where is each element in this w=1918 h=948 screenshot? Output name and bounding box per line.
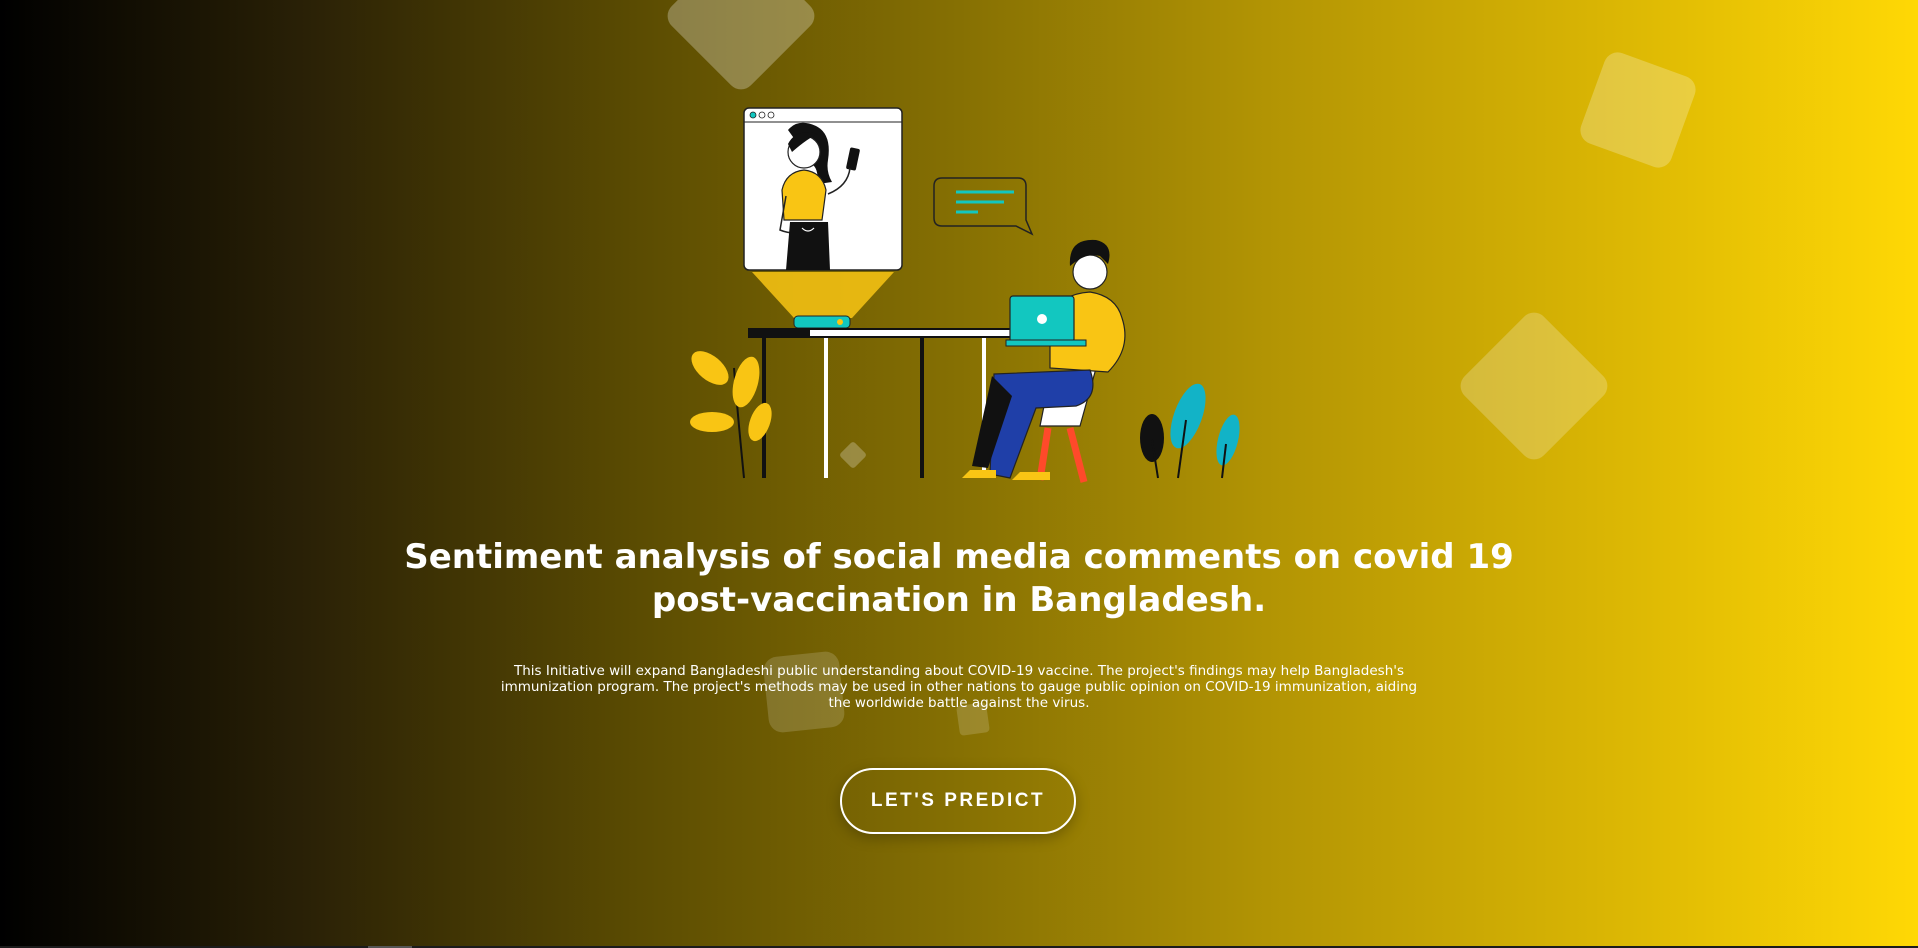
project-description: This Initiative will expand Bangladeshi … bbox=[480, 663, 1438, 711]
page-title: Sentiment analysis of social media comme… bbox=[380, 536, 1538, 622]
hero-section: Sentiment analysis of social media comme… bbox=[0, 0, 1918, 946]
plant-right bbox=[1140, 383, 1240, 479]
decorative-square bbox=[661, 0, 821, 96]
video-call-illustration bbox=[690, 107, 1240, 483]
chat-bubble-icon bbox=[933, 177, 1034, 236]
description-line: the worldwide battle against the virus. bbox=[828, 695, 1090, 711]
description-line: This Initiative will expand Bangladeshi … bbox=[513, 663, 1405, 679]
decorative-square bbox=[1454, 306, 1614, 466]
page-title-line: Sentiment analysis of social media comme… bbox=[404, 537, 1514, 577]
page-title-line: post-vaccination in Bangladesh. bbox=[651, 580, 1267, 620]
description-line: immunization program. The project's meth… bbox=[500, 679, 1418, 695]
lets-predict-button[interactable]: LET'S PREDICT bbox=[840, 768, 1076, 834]
decorative-square bbox=[1576, 48, 1700, 172]
video-window bbox=[743, 107, 903, 271]
